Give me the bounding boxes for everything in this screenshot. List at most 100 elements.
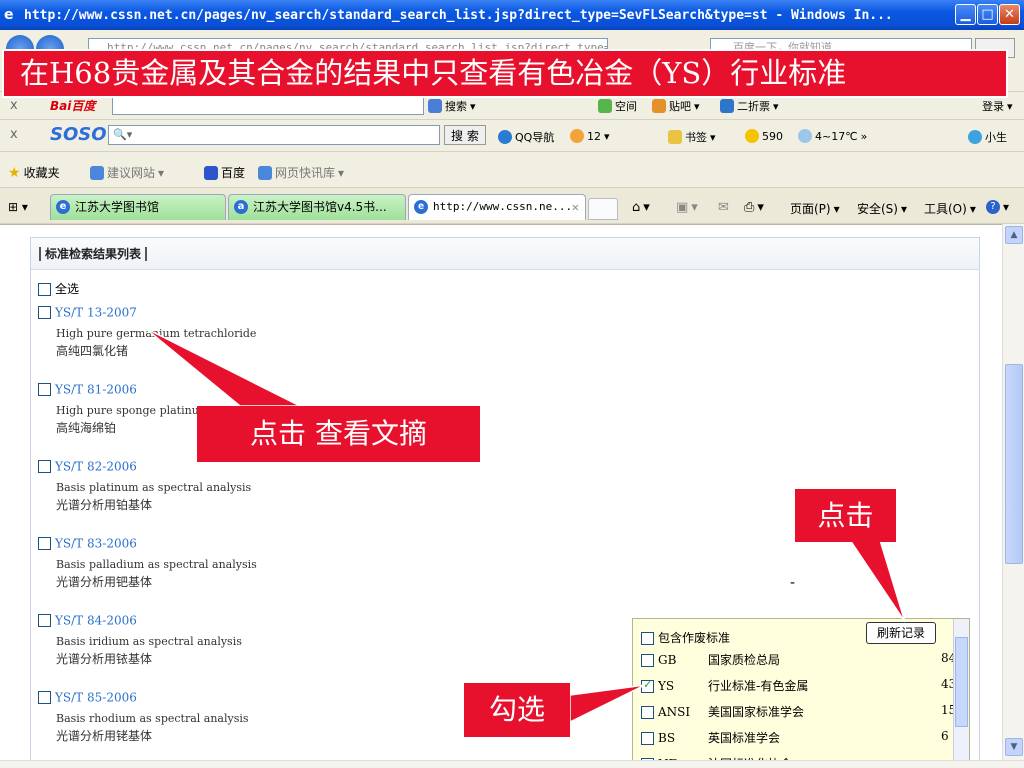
feeds-button[interactable]: ▣ ▾ bbox=[676, 200, 698, 215]
filter-checkbox[interactable] bbox=[641, 654, 654, 667]
bookmarks-link[interactable]: 书签 ▾ bbox=[668, 129, 716, 145]
tab-cssn[interactable]: e http://www.cssn.ne... ✕ bbox=[408, 194, 586, 220]
result-checkbox[interactable] bbox=[38, 614, 51, 627]
soso-search-button[interactable]: 搜 索 bbox=[444, 125, 486, 145]
include-obsolete-row[interactable]: 包含作废标准 bbox=[641, 629, 730, 646]
include-obsolete-checkbox[interactable] bbox=[641, 632, 654, 645]
standard-code-link[interactable]: YS/T 82-2006 bbox=[55, 460, 137, 474]
result-checkbox[interactable] bbox=[38, 691, 51, 704]
tab-library-1[interactable]: e 江苏大学图书馆 bbox=[50, 194, 226, 220]
printer-icon: ⎙ bbox=[744, 200, 755, 215]
maximize-button[interactable]: □ bbox=[977, 4, 998, 25]
filter-count: 6 bbox=[941, 729, 949, 743]
filter-row-ansi[interactable]: ANSI 美国国家标准学会 15 bbox=[641, 703, 956, 720]
result-item: YS/T 82-2006 bbox=[38, 459, 137, 474]
search-icon: 🔍▾ bbox=[113, 128, 133, 141]
result-checkbox[interactable] bbox=[38, 306, 51, 319]
favorites-button[interactable]: ★ 收藏夹 bbox=[8, 164, 60, 181]
tieba-icon bbox=[652, 99, 666, 113]
standard-chinese-title: 光谱分析用铱基体 bbox=[56, 652, 153, 666]
user-link[interactable]: 小生 bbox=[968, 129, 1007, 145]
callout-check: 勾选 bbox=[464, 683, 570, 737]
filter-code: GB bbox=[658, 653, 677, 667]
standard-chinese-title: 光谱分析用铂基体 bbox=[56, 498, 153, 512]
filter-checkbox[interactable] bbox=[641, 732, 654, 745]
filter-checkbox[interactable] bbox=[641, 706, 654, 719]
result-checkbox[interactable] bbox=[38, 537, 51, 550]
result-checkbox[interactable] bbox=[38, 460, 51, 473]
standard-code-link[interactable]: YS/T 83-2006 bbox=[55, 537, 137, 551]
scroll-down-arrow[interactable]: ▼ bbox=[1005, 738, 1023, 756]
close-window-button[interactable]: ✕ bbox=[999, 4, 1020, 25]
standard-english-title: Basis rhodium as spectral analysis bbox=[56, 712, 249, 725]
penguin-icon bbox=[570, 129, 584, 143]
filter-name: 国家质检总局 bbox=[708, 653, 781, 667]
page-menu[interactable]: 页面(P) ▾ bbox=[790, 200, 840, 217]
web-slice-gallery-link[interactable]: 网页快讯库 ▾ bbox=[258, 164, 344, 181]
ie-logo-icon: e bbox=[4, 7, 14, 23]
standard-code-link[interactable]: YS/T 13-2007 bbox=[55, 306, 137, 320]
dash-mark: - bbox=[790, 575, 796, 591]
print-button[interactable]: ⎙ ▾ bbox=[744, 200, 764, 215]
safety-menu[interactable]: 安全(S) ▾ bbox=[857, 200, 907, 217]
ie-tab-icon: e bbox=[56, 200, 70, 214]
filter-scrollbar[interactable] bbox=[953, 619, 969, 760]
search-icon bbox=[428, 99, 442, 113]
new-tab-button[interactable] bbox=[588, 198, 618, 220]
star-icon: ★ bbox=[8, 164, 21, 181]
baidu-login-link[interactable]: 登录 ▾ bbox=[982, 98, 1013, 114]
coins-count[interactable]: 590 bbox=[745, 129, 783, 143]
filter-scroll-thumb[interactable] bbox=[955, 637, 968, 727]
standard-code-link[interactable]: YS/T 85-2006 bbox=[55, 691, 137, 705]
instruction-banner: 在H68贵金属及其合金的结果中只查看有色冶金（YS）行业标准 bbox=[2, 49, 1008, 98]
baidu-search-button[interactable]: 搜索 ▾ bbox=[428, 98, 476, 114]
help-button[interactable]: ? ▾ bbox=[986, 200, 1009, 214]
soso-search-input[interactable]: 🔍▾ bbox=[108, 125, 440, 145]
page-horizontal-scrollbar[interactable] bbox=[0, 760, 1024, 768]
standard-chinese-title: 高纯四氯化锗 bbox=[56, 344, 129, 358]
result-item: YS/T 13-2007 bbox=[38, 305, 137, 320]
suggested-sites-link[interactable]: 建议网站 ▾ bbox=[90, 164, 164, 181]
weather-widget[interactable]: 4~17℃ » bbox=[798, 129, 867, 143]
mail-button[interactable]: ✉ bbox=[718, 200, 729, 215]
close-tab-icon[interactable]: ✕ bbox=[572, 195, 579, 219]
select-all-checkbox[interactable] bbox=[38, 283, 51, 296]
help-icon: ? bbox=[986, 200, 1000, 214]
standard-chinese-title: 光谱分析用铑基体 bbox=[56, 729, 153, 743]
scroll-up-arrow[interactable]: ▲ bbox=[1005, 226, 1023, 244]
baidu-discount-link[interactable]: 二折票 ▾ bbox=[720, 98, 779, 114]
filter-code: YS bbox=[658, 679, 675, 693]
home-button[interactable]: ⌂ ▾ bbox=[632, 200, 650, 215]
qq-nav-icon bbox=[498, 130, 512, 144]
quick-tabs-button[interactable]: ⊞ ▾ bbox=[8, 200, 28, 214]
page-scroll-thumb[interactable] bbox=[1005, 364, 1023, 564]
close-soso-toolbar-icon[interactable]: x bbox=[10, 127, 18, 142]
filter-row-gb[interactable]: GB 国家质检总局 84 bbox=[641, 651, 956, 668]
baidu-tieba-link[interactable]: 贴吧 ▾ bbox=[652, 98, 700, 114]
ie-page-icon bbox=[90, 165, 104, 180]
mail-count[interactable]: 12 ▾ bbox=[570, 129, 610, 143]
tab-library-2[interactable]: a 江苏大学图书馆v4.5书... bbox=[228, 194, 406, 220]
standard-code-link[interactable]: YS/T 81-2006 bbox=[55, 383, 137, 397]
tab-bar: ⊞ ▾ e 江苏大学图书馆 a 江苏大学图书馆v4.5书... e http://ww… bbox=[0, 188, 1024, 224]
tools-menu[interactable]: 工具(O) ▾ bbox=[924, 200, 976, 217]
baidu-search-input[interactable] bbox=[112, 95, 424, 115]
baidu-space-link[interactable]: 空间 bbox=[598, 98, 637, 114]
filter-name: 行业标准-有色金属 bbox=[708, 679, 809, 693]
select-all-row[interactable]: 全选 bbox=[38, 280, 79, 297]
filter-checkbox[interactable] bbox=[641, 678, 654, 693]
baidu-favorite-link[interactable]: 百度 bbox=[204, 164, 245, 181]
close-toolbar-icon[interactable]: x bbox=[10, 98, 18, 113]
minimize-button[interactable]: ▁ bbox=[955, 4, 976, 25]
page-tab-icon: a bbox=[234, 200, 248, 214]
page-vertical-scrollbar[interactable]: ▲ ▼ bbox=[1002, 224, 1024, 760]
standard-code-link[interactable]: YS/T 84-2006 bbox=[55, 614, 137, 628]
standard-english-title: High pure sponge platinum bbox=[56, 404, 210, 417]
refresh-records-button[interactable]: 刷新记录 bbox=[866, 622, 936, 644]
filter-row-bs[interactable]: BS 英国标准学会 6 bbox=[641, 729, 949, 746]
filter-row-ys[interactable]: YS行业标准-有色金属43 bbox=[641, 677, 956, 694]
rss-icon: ▣ bbox=[676, 200, 689, 215]
result-checkbox[interactable] bbox=[38, 383, 51, 396]
qq-nav-link[interactable]: QQ导航 bbox=[498, 129, 554, 145]
soso-logo: SOSO bbox=[50, 124, 107, 145]
